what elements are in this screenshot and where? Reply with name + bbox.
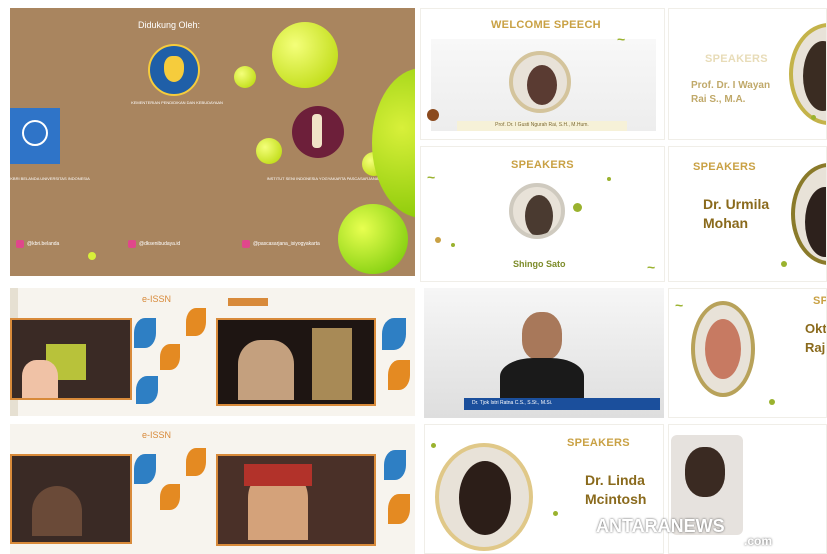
- speaker-photo-okti: [691, 301, 755, 397]
- kbri-logo: [10, 108, 60, 164]
- antaranews-watermark: ANTARANEWS: [596, 516, 725, 536]
- speaker-slide-rai: Prof. Dr. I Wayan Rai S., M.A. SPEAKERS: [668, 8, 827, 140]
- squiggle-decoration: ~: [427, 169, 436, 185]
- speaker-name-okti: Okt Raj: [805, 321, 827, 355]
- video-logo: e-ISSN: [142, 294, 172, 304]
- social-handle-3: @pascasarjana_isiyogyakarta: [242, 240, 320, 248]
- ministry-caption: KEMENTERIAN PENDIDIKAN DAN KEBUDAYAAN: [131, 100, 223, 105]
- decorative-ball: [234, 66, 256, 88]
- video-speaker-slide: Dr. Tjok Istri Ratna C.S., S.St., M.Si.: [424, 288, 664, 418]
- speaker-label: SPE: [813, 295, 826, 307]
- speaker-label: SPEAKERS: [693, 161, 756, 173]
- speaker-name-rai: Prof. Dr. I Wayan Rai S., M.A.: [691, 80, 771, 105]
- speaker-photo-rai: [789, 23, 826, 125]
- decorative-ball: [338, 204, 408, 274]
- speaker-label: SPEAKERS: [511, 159, 574, 171]
- kemdikbud-logo: [148, 44, 200, 96]
- speaker-slide-urmila: SPEAKERS Dr. Urmila Mohan: [668, 146, 827, 282]
- decorative-dot: [427, 109, 439, 121]
- speaker-name-shingo: Shingo Sato: [513, 259, 566, 269]
- squiggle-decoration: ~: [617, 31, 626, 47]
- speaker-photo-linda: [435, 443, 533, 551]
- speaker-name-linda: Dr. Linda Mcintosh: [585, 472, 647, 507]
- decorative-ball: [88, 252, 96, 260]
- video-feed-host-2: [10, 454, 132, 544]
- speaker-photo-shingo: [509, 183, 565, 239]
- sponsor-slide: Didukung Oleh: KBRI BELANDA UNIVERSITAS …: [10, 8, 415, 276]
- decorative-ball: [272, 22, 338, 88]
- video-feed-speaker: [216, 318, 376, 406]
- instagram-icon: [242, 240, 250, 248]
- speaker-slide-okti: SPE Okt Raj ~: [668, 288, 827, 418]
- speaker-name-urmila: Dr. Urmila Mohan: [703, 196, 770, 231]
- left-logo-caption: KBRI BELANDA UNIVERSITAS INDONESIA: [10, 176, 90, 181]
- video-feed-host: [10, 318, 132, 400]
- social-handle-1: @kbri.belanda: [16, 240, 59, 248]
- video-call-panel-1: e-ISSN: [10, 288, 415, 416]
- speaker-slide-shingo: SPEAKERS Shingo Sato ~ ~: [420, 146, 665, 282]
- video-speaker-person: [500, 312, 584, 404]
- speaker-label: SPEAKERS: [567, 437, 630, 449]
- welcome-caption: Prof. Dr. I Gusti Ngurah Rai, S.H., M.Hu…: [495, 122, 589, 128]
- instagram-icon: [16, 240, 24, 248]
- squiggle-decoration: ~: [675, 297, 684, 313]
- instagram-icon: [128, 240, 136, 248]
- welcome-label: WELCOME SPEECH: [491, 19, 601, 31]
- antaranews-watermark-domain: .com: [744, 534, 773, 548]
- decorative-ball: [372, 68, 415, 218]
- video-feed-speaker-2: [216, 454, 376, 546]
- welcome-speech-slide: WELCOME SPEECH Prof. Dr. I Gusti Ngurah …: [420, 8, 665, 140]
- video-logo: e-ISSN: [142, 430, 172, 440]
- video-speaker-caption: Dr. Tjok Istri Ratna C.S., S.St., M.Si.: [472, 400, 553, 406]
- sponsor-title: Didukung Oleh:: [138, 20, 201, 30]
- video-call-panel-2: e-ISSN: [10, 424, 415, 554]
- speaker-label: SPEAKERS: [705, 53, 768, 65]
- welcome-speaker-photo: [509, 51, 571, 113]
- decorative-ball: [256, 138, 282, 164]
- speaker-photo-urmila: [791, 163, 826, 265]
- squiggle-decoration: ~: [647, 259, 656, 275]
- isi-logo: [292, 106, 344, 158]
- isi-caption: INSTITUT SENI INDONESIA YOGYAKARTA PASCA…: [266, 176, 379, 181]
- social-handle-2: @dksenibudaya.id: [128, 240, 180, 248]
